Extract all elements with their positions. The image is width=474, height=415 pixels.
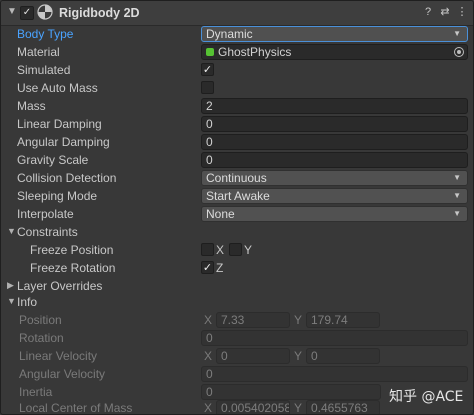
dropdown-arrow-icon: ▼ xyxy=(453,173,461,182)
gravity-scale-row: Gravity Scale 0 xyxy=(1,151,473,169)
collision-detection-dropdown[interactable]: Continuous ▼ xyxy=(201,170,468,186)
component-header[interactable]: ▼ ✓ Rigidbody 2D ? ⇄ ⋮ xyxy=(1,1,473,26)
angular-damping-label: Angular Damping xyxy=(17,135,110,149)
material-object-field[interactable]: GhostPhysics xyxy=(201,44,468,60)
info-linear-velocity-x-label: X xyxy=(204,349,213,363)
preset-icon[interactable]: ⇄ xyxy=(438,5,452,19)
interpolate-label: Interpolate xyxy=(17,207,74,221)
info-local-com-x-field: 0.005402058 xyxy=(216,400,290,414)
info-rotation-row: Rotation 0 xyxy=(1,329,473,347)
info-angular-velocity-field: 0 xyxy=(201,366,468,382)
info-position-y-label: Y xyxy=(294,313,303,327)
body-type-label: Body Type xyxy=(17,27,74,41)
freeze-position-y-checkbox[interactable] xyxy=(229,243,242,256)
angular-damping-row: Angular Damping 0 xyxy=(1,133,473,151)
info-label: Info xyxy=(17,295,38,309)
rigidbody-2d-icon xyxy=(37,4,53,20)
component-enabled-checkbox[interactable]: ✓ xyxy=(20,6,34,20)
info-inertia-label: Inertia xyxy=(19,385,53,399)
info-local-center-of-mass-label: Local Center of Mass xyxy=(19,401,133,415)
dropdown-arrow-icon: ▼ xyxy=(453,29,461,38)
linear-damping-input[interactable]: 0 xyxy=(201,116,468,132)
body-type-value: Dynamic xyxy=(206,27,253,41)
interpolate-dropdown[interactable]: None ▼ xyxy=(201,206,468,222)
freeze-position-row: Freeze Position X Y xyxy=(1,241,473,259)
freeze-position-x-label: X xyxy=(216,243,225,257)
freeze-rotation-z-label: Z xyxy=(216,261,224,275)
linear-damping-label: Linear Damping xyxy=(17,117,102,131)
watermark-text: 知乎 @ACE xyxy=(389,389,464,405)
info-local-com-y-field: 0.4655763 xyxy=(306,400,380,414)
dropdown-arrow-icon: ▼ xyxy=(453,209,461,218)
info-angular-velocity-label: Angular Velocity xyxy=(19,367,106,381)
angular-damping-input[interactable]: 0 xyxy=(201,134,468,150)
freeze-position-x-checkbox[interactable] xyxy=(201,243,214,256)
chevron-down-icon[interactable]: ▼ xyxy=(7,226,16,236)
info-angular-velocity-row: Angular Velocity 0 xyxy=(1,365,473,383)
simulated-checkbox[interactable]: ✓ xyxy=(201,63,214,76)
collision-detection-label: Collision Detection xyxy=(17,171,117,185)
constraints-label: Constraints xyxy=(17,225,78,239)
sleeping-mode-label: Sleeping Mode xyxy=(17,189,98,203)
info-position-row: Position X 7.33 Y 179.74 xyxy=(1,311,473,329)
sleeping-mode-row: Sleeping Mode Start Awake ▼ xyxy=(1,187,473,205)
info-position-x-label: X xyxy=(204,313,213,327)
gravity-scale-input[interactable]: 0 xyxy=(201,152,468,168)
body-type-row: Body Type Dynamic ▼ xyxy=(1,25,473,43)
collision-detection-value: Continuous xyxy=(206,171,267,185)
info-linear-velocity-x-field: 0 xyxy=(216,348,290,364)
mass-label: Mass xyxy=(17,99,46,113)
interpolate-row: Interpolate None ▼ xyxy=(1,205,473,223)
mass-row: Mass 2 xyxy=(1,97,473,115)
material-value: GhostPhysics xyxy=(218,45,292,59)
simulated-row: Simulated ✓ xyxy=(1,61,473,79)
interpolate-value: None xyxy=(206,207,235,221)
component-title: Rigidbody 2D xyxy=(59,6,140,20)
info-foldout[interactable]: ▼ Info xyxy=(1,293,473,311)
use-auto-mass-label: Use Auto Mass xyxy=(17,81,98,95)
freeze-position-label: Freeze Position xyxy=(30,243,114,257)
simulated-label: Simulated xyxy=(17,63,71,77)
info-linear-velocity-row: Linear Velocity X 0 Y 0 xyxy=(1,347,473,365)
info-local-com-x-label: X xyxy=(204,401,213,415)
gravity-scale-label: Gravity Scale xyxy=(17,153,89,167)
freeze-rotation-z-checkbox[interactable]: ✓ xyxy=(201,261,214,274)
info-local-com-y-label: Y xyxy=(294,401,303,415)
context-menu-icon[interactable]: ⋮ xyxy=(455,5,469,19)
material-label: Material xyxy=(17,45,60,59)
info-rotation-label: Rotation xyxy=(19,331,64,345)
freeze-rotation-label: Freeze Rotation xyxy=(30,261,116,275)
sleeping-mode-value: Start Awake xyxy=(206,189,270,203)
info-position-y-field: 179.74 xyxy=(306,312,380,328)
info-linear-velocity-label: Linear Velocity xyxy=(19,349,98,363)
chevron-down-icon[interactable]: ▼ xyxy=(7,296,16,306)
physics-material-icon xyxy=(206,48,214,56)
object-picker-icon[interactable] xyxy=(454,47,464,57)
help-icon[interactable]: ? xyxy=(421,5,435,19)
info-inertia-field: 0 xyxy=(201,384,381,400)
dropdown-arrow-icon: ▼ xyxy=(453,191,461,200)
mass-input[interactable]: 2 xyxy=(201,98,468,114)
info-position-x-field: 7.33 xyxy=(216,312,290,328)
chevron-down-icon[interactable]: ▼ xyxy=(7,6,19,20)
chevron-right-icon[interactable]: ▶ xyxy=(7,280,14,291)
sleeping-mode-dropdown[interactable]: Start Awake ▼ xyxy=(201,188,468,204)
use-auto-mass-checkbox[interactable] xyxy=(201,81,214,94)
info-rotation-field: 0 xyxy=(201,330,468,346)
info-position-label: Position xyxy=(19,313,62,327)
freeze-position-y-label: Y xyxy=(244,243,253,257)
info-linear-velocity-y-label: Y xyxy=(294,349,303,363)
material-row: Material GhostPhysics xyxy=(1,43,473,61)
use-auto-mass-row: Use Auto Mass xyxy=(1,79,473,97)
constraints-foldout[interactable]: ▼ Constraints xyxy=(1,223,473,241)
freeze-rotation-row: Freeze Rotation ✓ Z xyxy=(1,259,473,277)
rigidbody-2d-inspector: ▼ ✓ Rigidbody 2D ? ⇄ ⋮ Body Type Dynamic… xyxy=(0,0,474,415)
collision-detection-row: Collision Detection Continuous ▼ xyxy=(1,169,473,187)
info-linear-velocity-y-field: 0 xyxy=(306,348,380,364)
layer-overrides-label: Layer Overrides xyxy=(17,279,103,293)
linear-damping-row: Linear Damping 0 xyxy=(1,115,473,133)
body-type-dropdown[interactable]: Dynamic ▼ xyxy=(201,26,468,42)
